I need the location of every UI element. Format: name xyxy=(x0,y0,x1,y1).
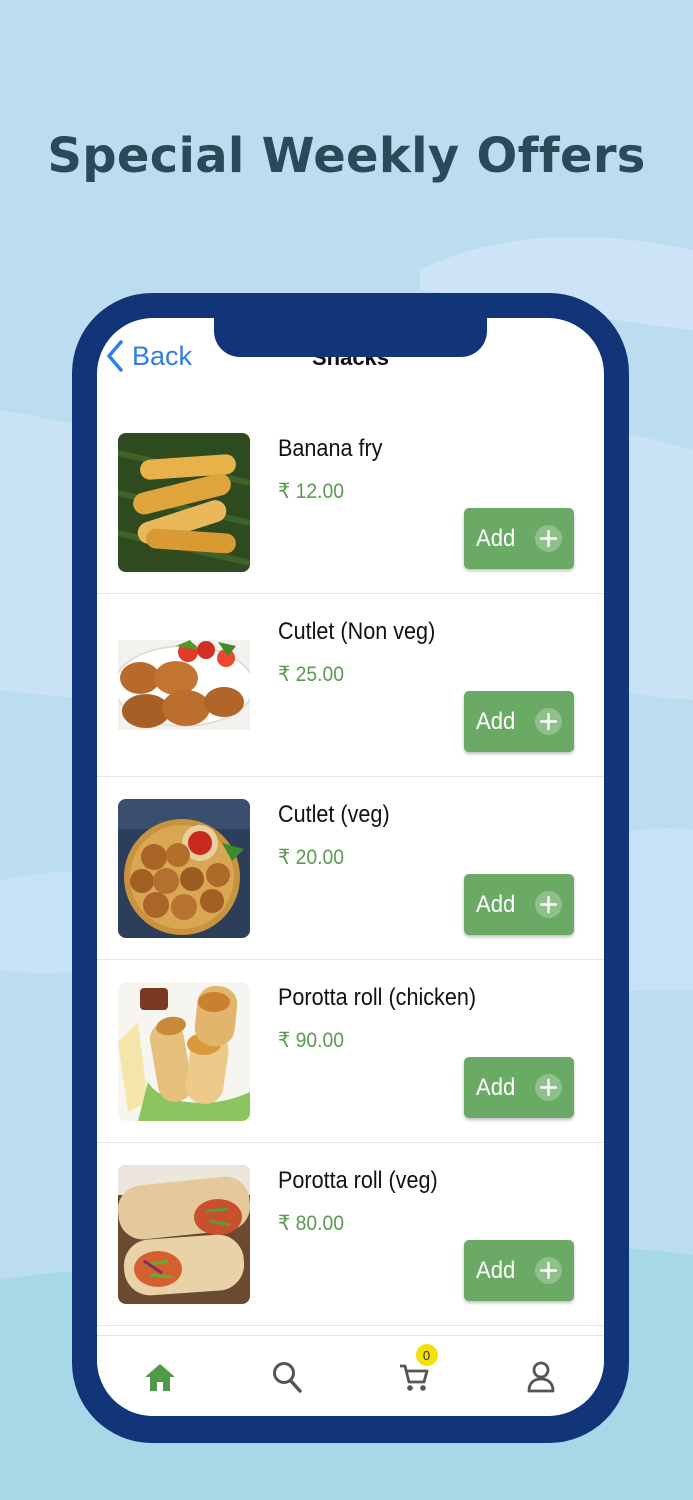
add-button[interactable]: Add xyxy=(464,1057,574,1118)
bottom-tab-bar: 0 xyxy=(97,1335,604,1416)
product-name: Porotta roll (chicken) xyxy=(278,984,477,1011)
banana-fry-image xyxy=(118,433,250,572)
add-button-label: Add xyxy=(476,524,516,552)
plus-icon xyxy=(535,708,562,735)
product-price: ₹ 80.00 xyxy=(278,1212,345,1235)
add-button[interactable]: Add xyxy=(464,691,574,752)
product-list: Banana fry ₹ 12.00 Add Cutlet (Non veg) … xyxy=(97,411,604,1326)
page-headline: Special Weekly Offers xyxy=(47,128,646,184)
phone-screen: Back Snacks Banana fry ₹ 12.00 Add Cutle… xyxy=(97,318,604,1416)
tab-cart[interactable]: 0 xyxy=(351,1336,478,1416)
product-price: ₹ 20.00 xyxy=(278,846,345,869)
tab-home[interactable] xyxy=(97,1336,224,1416)
add-button-label: Add xyxy=(476,1256,516,1284)
cart-count-badge: 0 xyxy=(415,1344,438,1366)
porotta-roll-veg-image xyxy=(118,1165,250,1304)
cutlet-non-veg-image xyxy=(118,616,250,755)
product-price: ₹ 25.00 xyxy=(278,663,345,686)
tab-profile[interactable] xyxy=(477,1336,604,1416)
plus-icon xyxy=(535,525,562,552)
add-button[interactable]: Add xyxy=(464,508,574,569)
add-button[interactable]: Add xyxy=(464,874,574,935)
phone-notch xyxy=(214,318,487,357)
product-row: Banana fry ₹ 12.00 Add xyxy=(97,411,604,594)
product-row: Porotta roll (chicken) ₹ 90.00 Add xyxy=(97,960,604,1143)
porotta-roll-chicken-image xyxy=(118,982,250,1121)
add-button-label: Add xyxy=(476,707,516,735)
product-row: Cutlet (veg) ₹ 20.00 Add xyxy=(97,777,604,960)
add-button[interactable]: Add xyxy=(464,1240,574,1301)
search-icon xyxy=(273,1361,302,1393)
plus-icon xyxy=(535,891,562,918)
tab-search[interactable] xyxy=(224,1336,351,1416)
add-button-label: Add xyxy=(476,1073,516,1101)
home-icon xyxy=(145,1363,176,1391)
plus-icon xyxy=(535,1257,562,1284)
cutlet-veg-image xyxy=(118,799,250,938)
product-name: Porotta roll (veg) xyxy=(278,1167,438,1194)
product-name: Cutlet (Non veg) xyxy=(278,618,436,645)
phone-frame: Back Snacks Banana fry ₹ 12.00 Add Cutle… xyxy=(72,293,629,1443)
product-name: Banana fry xyxy=(278,435,383,462)
product-name: Cutlet (veg) xyxy=(278,801,390,828)
product-row: Porotta roll (veg) ₹ 80.00 Add xyxy=(97,1143,604,1326)
plus-icon xyxy=(535,1074,562,1101)
product-row: Cutlet (Non veg) ₹ 25.00 Add xyxy=(97,594,604,777)
product-price: ₹ 90.00 xyxy=(278,1029,345,1052)
product-price: ₹ 12.00 xyxy=(278,480,345,503)
add-button-label: Add xyxy=(476,890,516,918)
profile-icon xyxy=(527,1361,555,1392)
